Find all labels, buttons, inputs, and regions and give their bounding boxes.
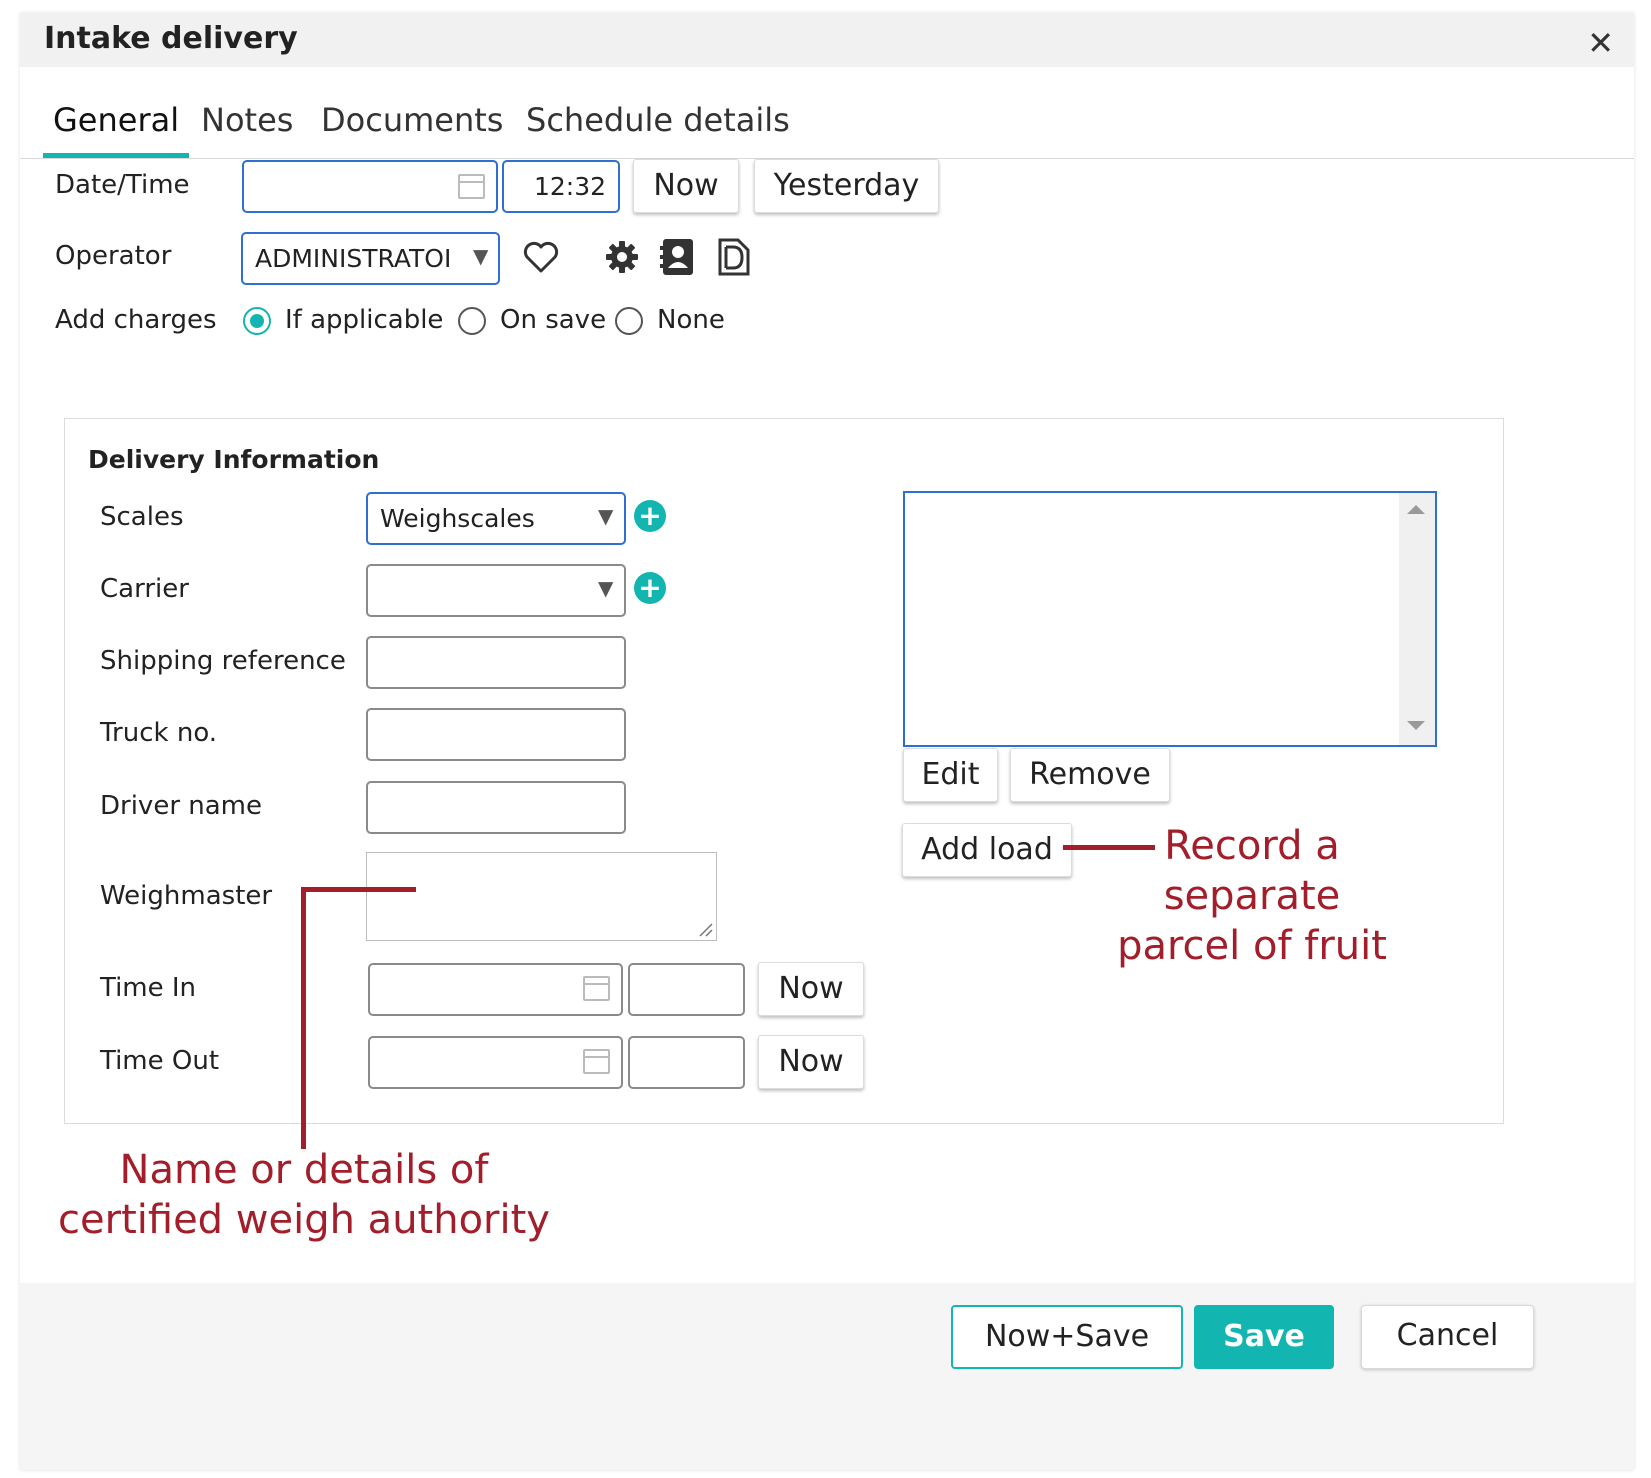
dialog-footer: Now+Save Save Cancel: [20, 1283, 1634, 1470]
weighmaster-annotation-line1: Name or details of: [119, 1147, 489, 1193]
document-icon[interactable]: [717, 237, 751, 277]
tab-schedule-details[interactable]: Schedule details: [526, 101, 790, 139]
save-button[interactable]: Save: [1194, 1305, 1334, 1369]
add-load-annotation: Record a separate parcel of fruit: [1112, 821, 1392, 971]
chevron-down-icon: ▼: [598, 504, 614, 528]
remove-button[interactable]: Remove: [1010, 748, 1170, 802]
time-out-label: Time Out: [100, 1046, 220, 1076]
weighmaster-annotation: Name or details of certified weigh autho…: [34, 1145, 574, 1245]
truck-no-label: Truck no.: [100, 718, 218, 748]
active-tab-indicator: [43, 153, 189, 158]
contact-card-icon[interactable]: [660, 237, 696, 277]
charges-if-applicable-label[interactable]: If applicable: [285, 305, 443, 335]
weighmaster-textarea[interactable]: [366, 852, 717, 941]
calendar-icon[interactable]: [583, 1049, 610, 1074]
scales-select-value: Weighscales: [380, 504, 535, 533]
chevron-down-icon: ▼: [598, 576, 614, 600]
datetime-label: Date/Time: [55, 170, 190, 200]
time-input[interactable]: 12:32: [502, 160, 620, 213]
add-load-annotation-line2: separate: [1163, 873, 1341, 919]
charges-on-save-radio[interactable]: [458, 307, 486, 335]
time-out-now-button[interactable]: Now: [758, 1035, 864, 1089]
weighmaster-label: Weighmaster: [100, 881, 273, 911]
shipping-reference-label: Shipping reference: [100, 646, 346, 676]
tab-general[interactable]: General: [53, 101, 179, 139]
carrier-label: Carrier: [100, 574, 189, 604]
loads-listbox[interactable]: [903, 491, 1437, 747]
charges-none-radio[interactable]: [615, 307, 643, 335]
dialog-titlebar: Intake delivery ✕: [20, 13, 1634, 67]
add-carrier-plus-icon[interactable]: +: [634, 572, 666, 604]
add-load-annotation-line1: Record a: [1164, 823, 1340, 869]
dialog-title: Intake delivery: [44, 21, 298, 56]
calendar-icon[interactable]: [458, 174, 485, 199]
cancel-button[interactable]: Cancel: [1361, 1305, 1534, 1369]
add-charges-label: Add charges: [55, 305, 217, 335]
charges-none-label[interactable]: None: [657, 305, 725, 335]
add-scales-plus-icon[interactable]: +: [634, 500, 666, 532]
time-in-now-button[interactable]: Now: [758, 962, 864, 1016]
tab-documents[interactable]: Documents: [321, 101, 503, 139]
tab-notes[interactable]: Notes: [201, 101, 293, 139]
close-icon[interactable]: ✕: [1587, 27, 1614, 59]
time-in-label: Time In: [100, 973, 197, 1003]
operator-select-value: ADMINISTRATOI: [255, 244, 452, 273]
time-out-time-input[interactable]: [628, 1036, 745, 1089]
chevron-down-icon: ▼: [473, 244, 489, 268]
operator-label: Operator: [55, 241, 172, 271]
operator-select[interactable]: ADMINISTRATOI: [241, 232, 500, 285]
yesterday-button[interactable]: Yesterday: [754, 159, 939, 213]
scroll-down-arrow-icon[interactable]: [1407, 721, 1425, 730]
truck-no-input[interactable]: [366, 708, 626, 761]
driver-name-input[interactable]: [366, 781, 626, 834]
charges-if-applicable-radio[interactable]: [243, 307, 271, 335]
tab-bar: General Notes Documents Schedule details: [20, 91, 1634, 159]
delivery-information-title: Delivery Information: [88, 445, 380, 474]
resize-handle-icon[interactable]: [696, 920, 714, 938]
calendar-icon[interactable]: [583, 976, 610, 1001]
shipping-reference-input[interactable]: [366, 636, 626, 689]
scales-select[interactable]: Weighscales: [366, 492, 626, 545]
gear-icon[interactable]: [604, 239, 640, 275]
weighmaster-annotation-line2: certified weigh authority: [58, 1197, 550, 1243]
now-button[interactable]: Now: [633, 159, 739, 213]
add-load-button[interactable]: Add load: [902, 823, 1072, 877]
add-load-annotation-line3: parcel of fruit: [1117, 923, 1387, 969]
time-in-time-input[interactable]: [628, 963, 745, 1016]
listbox-scrollbar[interactable]: [1399, 493, 1435, 745]
weighmaster-callout-line-horizontal: [301, 887, 416, 892]
carrier-select[interactable]: [366, 564, 626, 617]
now-save-button[interactable]: Now+Save: [951, 1305, 1183, 1369]
scroll-up-arrow-icon[interactable]: [1407, 505, 1425, 514]
weighmaster-callout-line-vertical: [301, 887, 306, 1149]
scales-label: Scales: [100, 502, 184, 532]
edit-button[interactable]: Edit: [903, 748, 998, 802]
charges-on-save-label[interactable]: On save: [500, 305, 606, 335]
heart-icon[interactable]: [523, 240, 559, 274]
driver-name-label: Driver name: [100, 791, 263, 821]
intake-delivery-dialog: Intake delivery ✕ General Notes Document…: [20, 13, 1634, 1470]
